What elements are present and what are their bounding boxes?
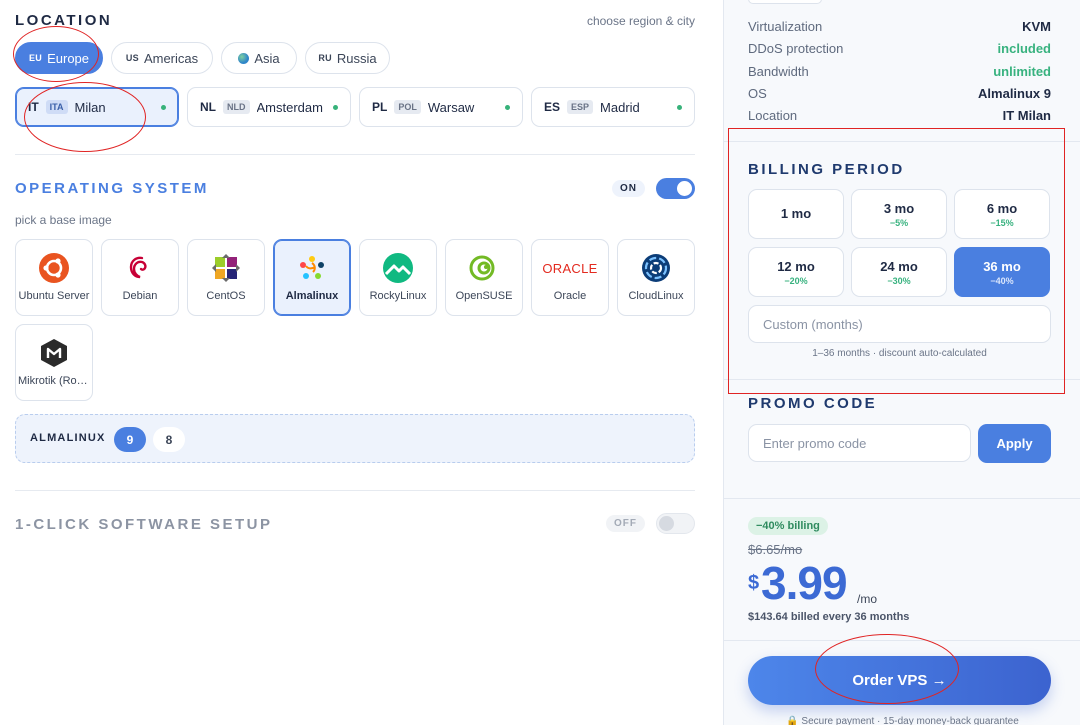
panel-divider: [724, 498, 1080, 499]
centos-icon: [210, 252, 242, 284]
spec-os: OS Almalinux 9: [748, 85, 1051, 101]
os-rockylinux[interactable]: RockyLinux: [359, 239, 437, 316]
city-name: Amsterdam: [256, 99, 323, 115]
secure-payment-note: 🔒 Secure payment · 15-day money-back gua…: [786, 716, 1019, 725]
city-milan[interactable]: IT ITA Milan: [15, 87, 179, 127]
region-russia[interactable]: RU Russia: [305, 42, 390, 74]
mikrotik-icon: [38, 337, 70, 369]
toggle-knob: [677, 181, 692, 196]
city-name: Milan: [74, 99, 106, 115]
city-name: Madrid: [600, 99, 640, 115]
price-amount: 3.99: [761, 557, 848, 609]
os-cloudlinux[interactable]: CloudLinux: [617, 239, 695, 316]
promo-code-input[interactable]: [748, 424, 971, 462]
toggle-knob: [659, 516, 674, 531]
region-code: RU: [318, 53, 332, 63]
os-toggle[interactable]: [656, 178, 695, 199]
os-label: Oracle: [553, 290, 587, 302]
os-toggle-state: ON: [612, 180, 645, 197]
os-label: Mikrotik (RouterOS): [18, 375, 90, 387]
os-label: CloudLinux: [628, 290, 684, 302]
spec-location: Location IT Milan: [748, 107, 1051, 123]
country-code: ES: [544, 100, 561, 114]
panel-divider: [724, 640, 1080, 641]
almalinux-icon: [296, 252, 328, 284]
section-divider: [15, 490, 695, 491]
iso-badge: ITA: [45, 100, 68, 114]
spec-virtualization: Virtualization KVM: [748, 18, 1051, 34]
os-label: CentOS: [206, 290, 246, 302]
region-americas[interactable]: US Americas: [111, 42, 213, 74]
summary-tab: [748, 0, 822, 4]
country-code: PL: [372, 100, 388, 114]
os-label: RockyLinux: [369, 290, 427, 302]
billed-note: $143.64 billed every 36 months: [748, 611, 910, 623]
os-label: OpenSUSE: [455, 290, 513, 302]
software-section-title: 1-CLICK SOFTWARE SETUP: [15, 516, 273, 533]
os-mikrotik[interactable]: Mikrotik (RouterOS): [15, 324, 93, 401]
old-price: $6.65/mo: [748, 542, 803, 557]
apply-promo-button[interactable]: Apply: [978, 424, 1051, 463]
section-divider: [15, 154, 695, 155]
city-warsaw[interactable]: PL POL Warsaw: [359, 87, 523, 127]
version-os-name: ALMALINUX: [30, 432, 106, 444]
city-madrid[interactable]: ES ESP Madrid: [531, 87, 695, 127]
region-europe[interactable]: EU Europe: [15, 42, 103, 74]
opensuse-icon: [468, 252, 500, 284]
city-name: Warsaw: [427, 99, 475, 115]
os-oracle[interactable]: ORACLE Oracle: [531, 239, 609, 316]
spec-ddos: DDoS protection included: [748, 40, 1051, 56]
spec-bandwidth: Bandwidth unlimited: [748, 63, 1051, 79]
iso-badge: NLD: [223, 100, 250, 114]
region-label: Americas: [143, 50, 199, 66]
os-label: Almalinux: [285, 290, 339, 302]
city-amsterdam[interactable]: NL NLD Amsterdam: [187, 87, 351, 127]
os-centos[interactable]: CentOS: [187, 239, 265, 316]
os-almalinux[interactable]: Almalinux: [273, 239, 351, 316]
os-hint: pick a base image: [15, 213, 112, 227]
status-dot: [333, 104, 338, 110]
software-toggle[interactable]: [656, 513, 695, 534]
promo-title: PROMO CODE: [748, 395, 878, 412]
location-hint: choose region & city: [586, 14, 695, 28]
iso-badge: POL: [394, 100, 421, 114]
price-currency: $: [748, 572, 760, 594]
version-chip-8[interactable]: 8: [153, 427, 185, 452]
oracle-icon: ORACLE: [542, 260, 598, 276]
os-label: Ubuntu Server: [18, 290, 90, 302]
order-vps-button[interactable]: Order VPS →: [748, 656, 1051, 705]
debian-icon: [124, 252, 156, 284]
cloudlinux-icon: [640, 252, 672, 284]
region-label: Europe: [47, 50, 90, 66]
os-section-title: OPERATING SYSTEM: [15, 180, 209, 197]
globe-icon: [238, 52, 250, 64]
country-code: NL: [200, 100, 216, 114]
configurator-panel: LOCATION choose region & city EU Europe …: [0, 0, 723, 725]
region-label: Asia: [254, 50, 280, 66]
os-ubuntu[interactable]: Ubuntu Server: [15, 239, 93, 316]
location-title: LOCATION: [15, 12, 113, 29]
country-code: IT: [28, 100, 39, 114]
os-opensuse[interactable]: OpenSUSE: [445, 239, 523, 316]
discount-badge: −40% billing: [748, 517, 828, 535]
ubuntu-icon: [38, 252, 70, 284]
status-dot: [505, 104, 510, 110]
os-label: Debian: [122, 290, 158, 302]
region-code: US: [125, 53, 139, 63]
rockylinux-icon: [382, 252, 414, 284]
version-chip-9[interactable]: 9: [114, 427, 146, 452]
price-period: /mo: [857, 592, 878, 606]
version-selector: ALMALINUX 9 8: [15, 414, 695, 463]
region-label: Russia: [336, 50, 377, 66]
order-summary-panel: Virtualization KVM DDoS protection include…: [723, 0, 1080, 725]
software-toggle-state: OFF: [606, 515, 645, 532]
annotation-box-billing: [728, 128, 1065, 394]
status-dot: [677, 104, 682, 110]
status-dot: [161, 104, 166, 110]
os-debian[interactable]: Debian: [101, 239, 179, 316]
iso-badge: ESP: [567, 100, 594, 114]
region-code: EU: [28, 53, 43, 63]
region-asia[interactable]: Asia: [221, 42, 297, 74]
